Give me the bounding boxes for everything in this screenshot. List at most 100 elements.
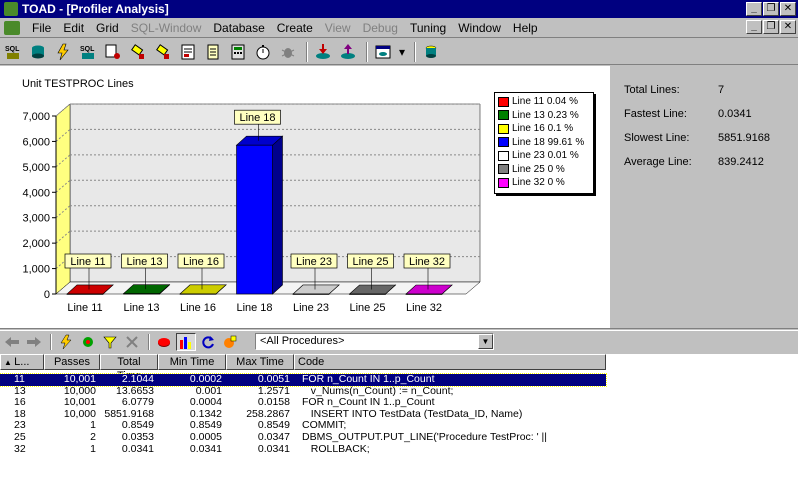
- sql-icon[interactable]: SQL: [77, 41, 99, 63]
- data-label: Line 11: [70, 256, 105, 268]
- minimize-icon[interactable]: _: [746, 2, 762, 16]
- menu-bar: File Edit Grid SQL-Window Database Create View…: [0, 18, 798, 38]
- calculator-icon[interactable]: [227, 41, 249, 63]
- table-cell: 0.0341: [121, 443, 154, 455]
- table-cell: DBMS_OUTPUT.PUT_LINE('Procedure TestProc…: [302, 432, 548, 443]
- window-title: TOAD - [Profiler Analysis]: [22, 2, 169, 16]
- mdi-minimize-icon[interactable]: _: [746, 20, 762, 34]
- bar-line-18: [235, 135, 284, 295]
- restore-icon[interactable]: ❐: [763, 2, 779, 16]
- sql-icon[interactable]: SQL: [2, 41, 24, 63]
- menu-help[interactable]: Help: [507, 21, 544, 35]
- table-cell: 0.8549: [121, 420, 154, 432]
- database-icon[interactable]: [420, 41, 442, 63]
- toad-app-icon[interactable]: [4, 2, 18, 16]
- title-bar: TOAD - [Profiler Analysis] _ ❐ ✕: [0, 0, 798, 18]
- tools-icon[interactable]: [102, 41, 124, 63]
- chevron-down-icon[interactable]: ▼: [478, 334, 493, 349]
- refresh-icon[interactable]: [198, 333, 218, 351]
- table-cell: COMMIT;: [302, 420, 347, 432]
- mdi-close-icon[interactable]: ✕: [780, 20, 796, 34]
- sort-icon[interactable]: [78, 333, 98, 351]
- table-cell: 6.0779: [121, 397, 154, 409]
- table-cell: INSERT INTO TestData (TestData_ID, Name): [302, 408, 523, 420]
- report-icon[interactable]: [177, 41, 199, 63]
- menu-tuning[interactable]: Tuning: [404, 21, 452, 35]
- menu-database[interactable]: Database: [207, 21, 270, 35]
- procedure-filter-value: <All Procedures>: [260, 335, 345, 347]
- back-arrow-icon[interactable]: [2, 333, 22, 351]
- debug-icon[interactable]: [277, 41, 299, 63]
- procedure-filter-select[interactable]: <All Procedures> ▼: [255, 333, 494, 350]
- bar-side: [272, 135, 283, 295]
- import-icon[interactable]: [312, 41, 334, 63]
- menu-file[interactable]: File: [26, 21, 57, 35]
- table-row[interactable]: 25 2 0.0353 0.0005 0.0347 DBMS_OUTPUT.PUT_LIN…: [0, 432, 606, 444]
- toolbar-separator: [366, 41, 368, 62]
- document-icon[interactable]: [4, 20, 20, 35]
- bar-front: [405, 293, 443, 295]
- menu-window[interactable]: Window: [452, 21, 507, 35]
- table-row[interactable]: 32 1 0.0341 0.0341 0.0341 ROLLBACK;: [0, 444, 606, 456]
- table-row[interactable]: 11 10,001 2.1044 0.0002 0.0051 FOR n_Count IN…: [0, 373, 607, 387]
- legend-swatch: [498, 123, 509, 134]
- column-header[interactable]: Max Time: [226, 354, 294, 370]
- column-header[interactable]: Passes: [44, 354, 100, 370]
- data-label: Line 25: [352, 256, 388, 268]
- sql-lightning-icon[interactable]: [52, 41, 74, 63]
- menu-create[interactable]: Create: [271, 21, 319, 35]
- table-row[interactable]: 18 10,000 5851.9168 0.1342 258.2867 INSERT I…: [0, 409, 606, 421]
- table-row[interactable]: 16 10,001 6.0779 0.0004 0.0158 FOR n_Count IN…: [0, 397, 606, 409]
- column-header[interactable]: ▲ L...: [0, 354, 44, 370]
- menu-view[interactable]: View: [319, 21, 357, 35]
- table-cell: 258.2867: [246, 408, 290, 420]
- close-icon[interactable]: ✕: [780, 2, 796, 16]
- table-cell: 0.0353: [121, 432, 154, 443]
- menu-debug[interactable]: Debug: [357, 21, 404, 35]
- y-tick-label: 0: [44, 289, 50, 301]
- flashlight-icon[interactable]: [127, 41, 149, 63]
- y-tick-label: 6,000: [22, 136, 50, 148]
- table-cell: 10,001: [63, 397, 96, 409]
- dropdown-icon[interactable]: ▾: [397, 41, 407, 63]
- flashlight-icon[interactable]: [152, 41, 174, 63]
- export-icon[interactable]: [337, 41, 359, 63]
- legend-swatch: [498, 110, 509, 121]
- data-label: Line 16: [183, 256, 219, 268]
- schema-icon[interactable]: [27, 41, 49, 63]
- filter-icon[interactable]: [100, 333, 120, 351]
- notepad-icon[interactable]: [202, 41, 224, 63]
- column-header[interactable]: Code: [294, 354, 606, 370]
- table-cell: 0.0341: [257, 443, 290, 455]
- delete-icon[interactable]: [122, 333, 142, 351]
- forward-arrow-icon[interactable]: [24, 333, 44, 351]
- svg-text:SQL: SQL: [80, 46, 95, 53]
- column-header[interactable]: Total Time: [100, 354, 158, 382]
- column-header[interactable]: Min Time: [158, 354, 226, 370]
- fastest-line-value: 0.0341: [718, 108, 752, 120]
- mdi-restore-icon[interactable]: ❐: [763, 20, 779, 34]
- table-row[interactable]: 13 10,000 13.6653 0.001 1.2571 v_Nums(n_Coun…: [0, 386, 606, 398]
- window-icon[interactable]: [372, 41, 394, 63]
- toolbar-separator: [148, 334, 150, 350]
- svg-text:SQL: SQL: [5, 46, 20, 53]
- bar-chart-icon[interactable]: [176, 333, 196, 351]
- table-cell: 0.8549: [189, 420, 222, 432]
- menu-edit[interactable]: Edit: [57, 21, 90, 35]
- table-row[interactable]: 23 1 0.8549 0.8549 0.8549 COMMIT;: [0, 420, 606, 432]
- menu-sqlwindow[interactable]: SQL-Window: [125, 21, 208, 35]
- sort-ascending-icon: ▲: [4, 358, 15, 367]
- table-cell: 5851.9168: [104, 408, 154, 420]
- menu-grid[interactable]: Grid: [90, 21, 125, 35]
- data-label: Line 23: [296, 256, 332, 268]
- table-cell: 0.0004: [189, 397, 222, 409]
- stopwatch-icon[interactable]: [252, 41, 274, 63]
- legend-swatch: [498, 164, 509, 175]
- table-cell: 0.0005: [189, 432, 222, 443]
- y-tick-label: 1,000: [22, 264, 50, 276]
- refresh-lightning-icon[interactable]: [56, 333, 76, 351]
- column-header-label: Max Time: [236, 356, 284, 368]
- clear-icon[interactable]: [220, 333, 240, 351]
- pie-chart-icon[interactable]: [154, 333, 174, 351]
- column-header-label: Code: [298, 356, 325, 368]
